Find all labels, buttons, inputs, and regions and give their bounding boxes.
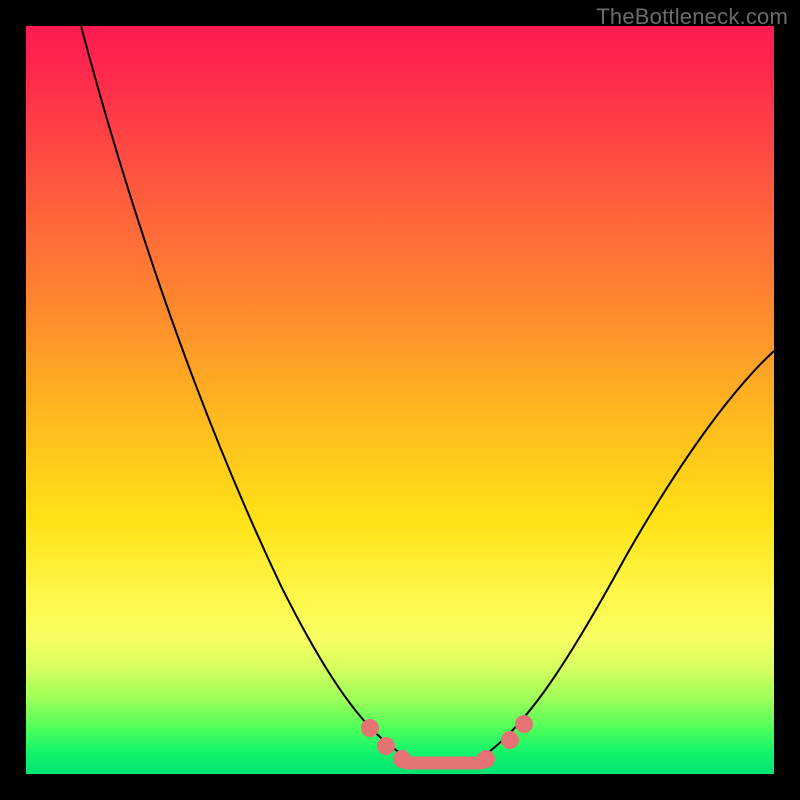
curve-right-branch [471, 351, 774, 764]
marker-dot [477, 750, 495, 768]
watermark-text: TheBottleneck.com [596, 4, 788, 30]
chart-frame: TheBottleneck.com [0, 0, 800, 800]
chart-plot-area [26, 26, 774, 774]
marker-dot [361, 719, 379, 737]
bottleneck-curve [26, 26, 774, 774]
marker-dot [515, 715, 533, 733]
marker-dot [393, 750, 411, 768]
curve-left-branch [81, 26, 421, 764]
curve-trough [421, 764, 471, 767]
marker-dot [501, 731, 519, 749]
marker-dot [377, 737, 395, 755]
